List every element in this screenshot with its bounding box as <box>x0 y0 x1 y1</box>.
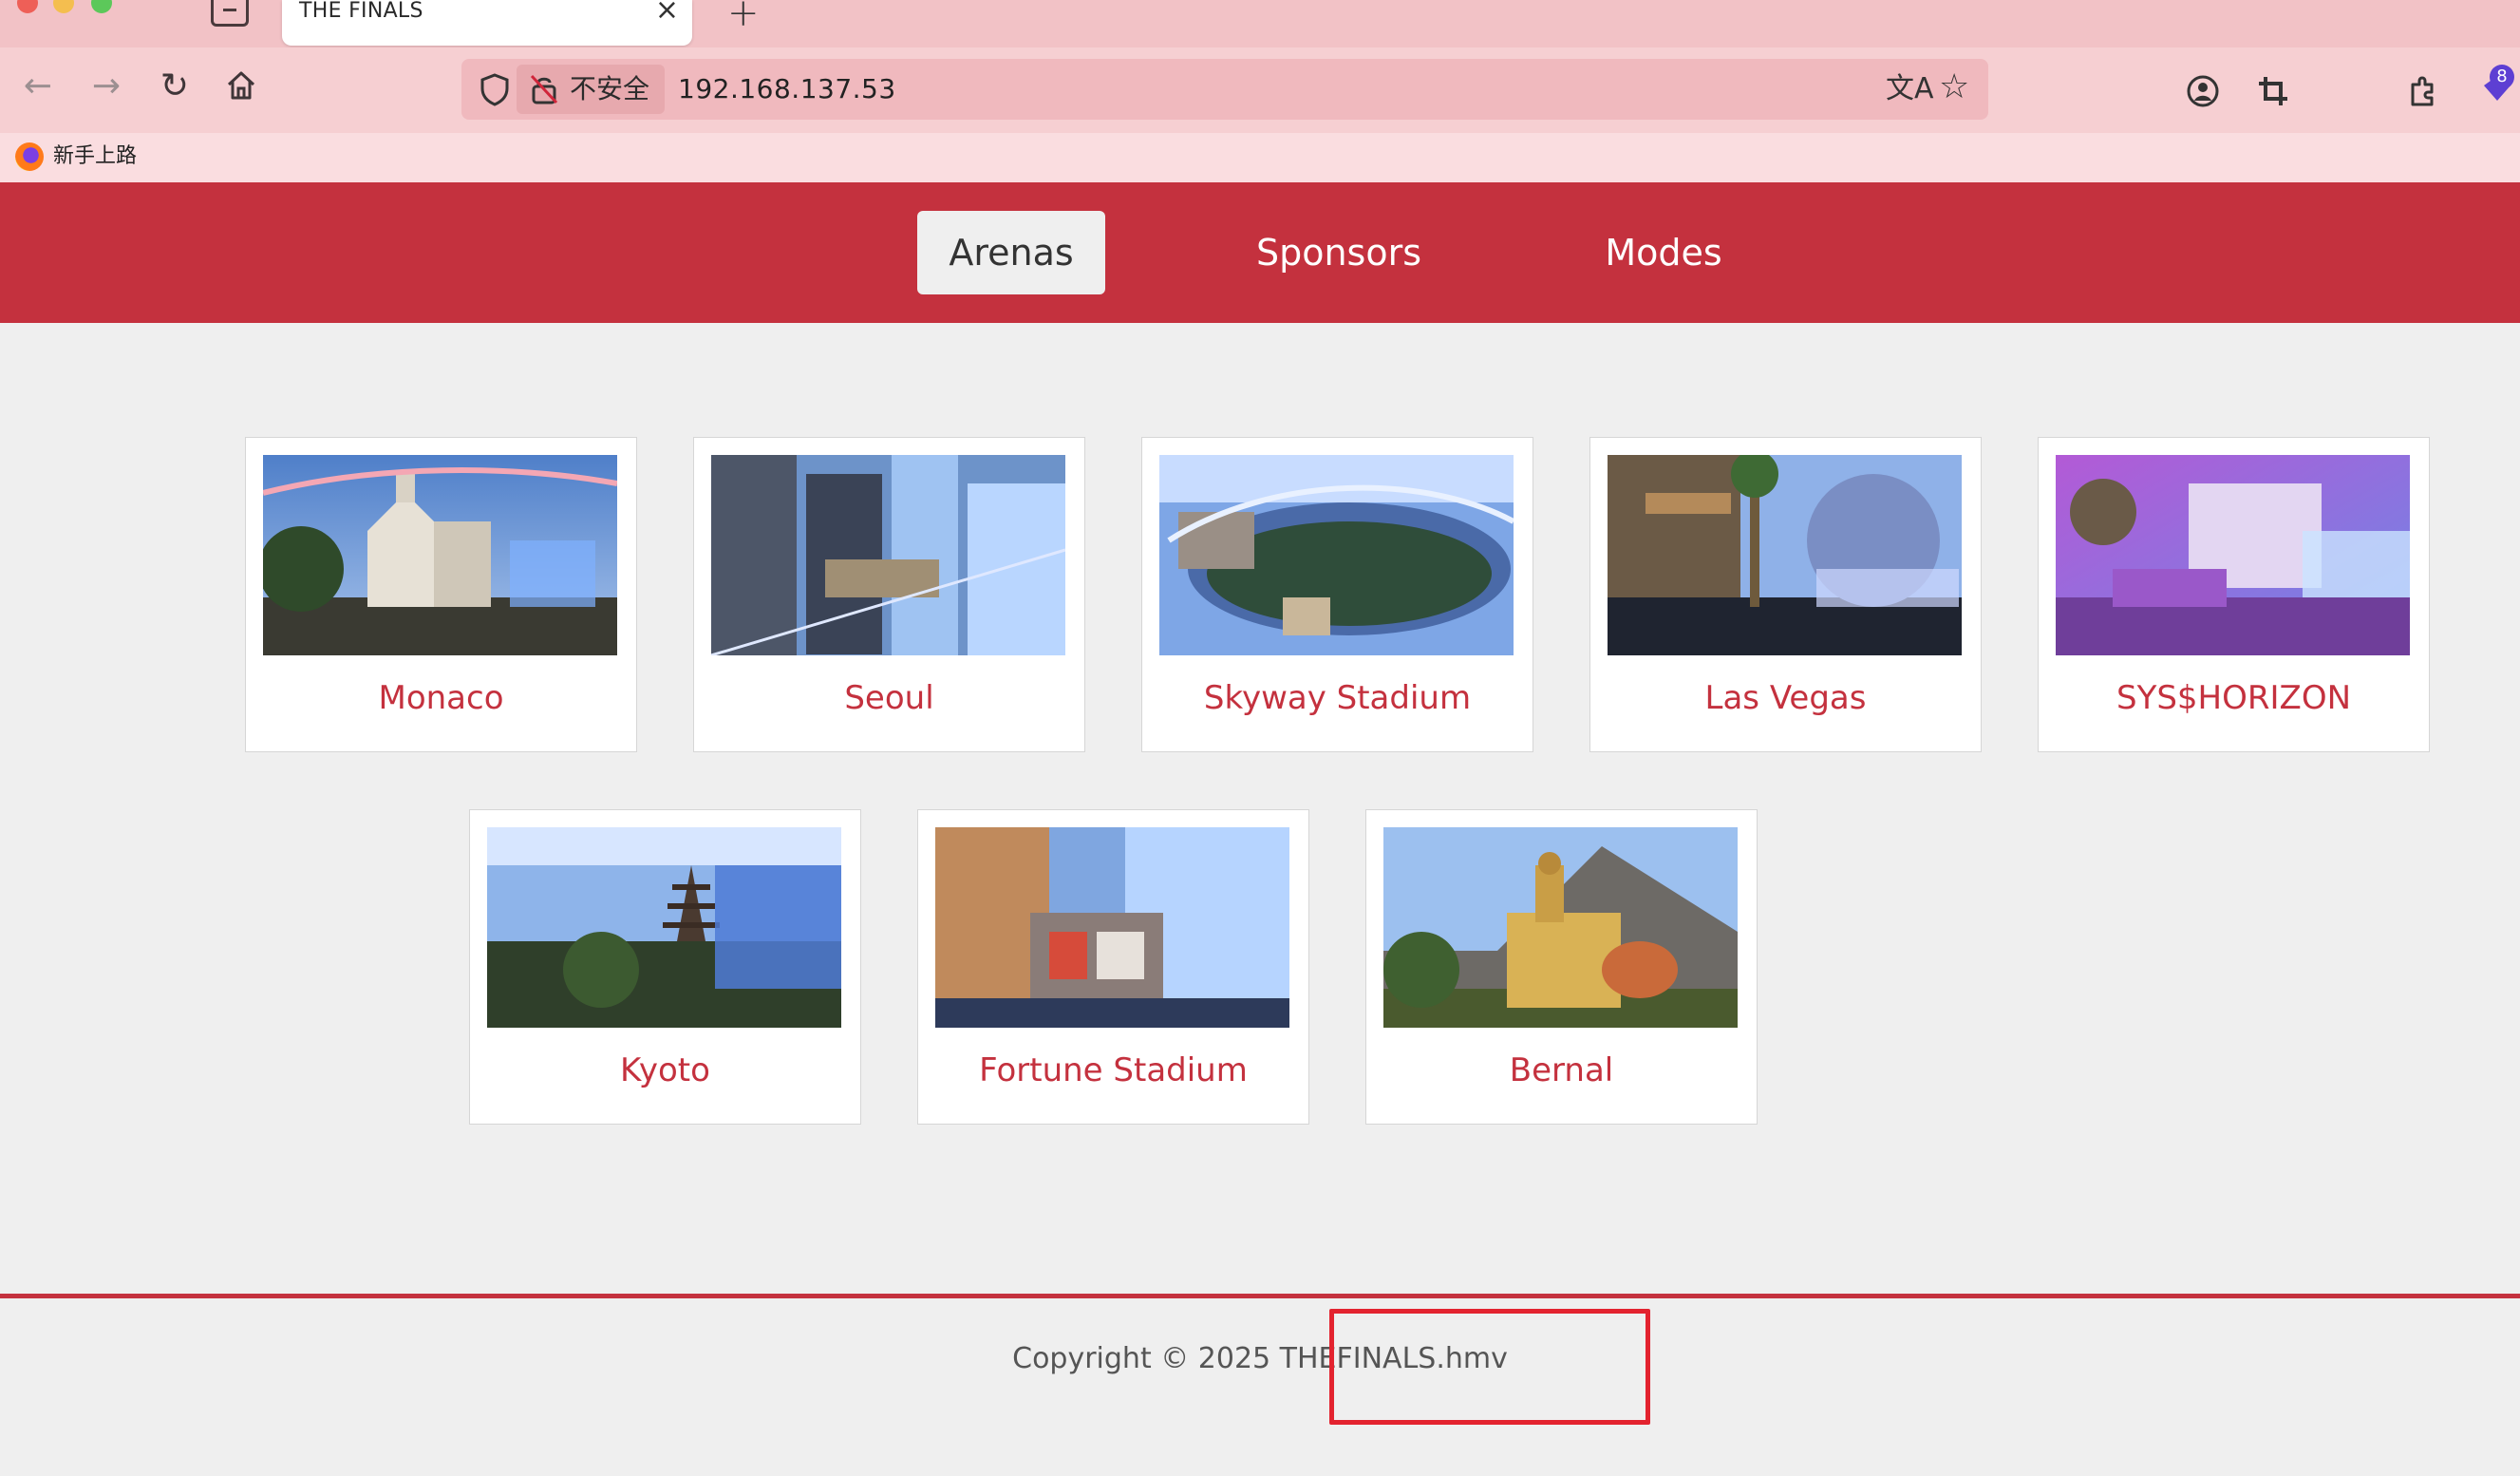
arena-card-seoul[interactable]: Seoul <box>693 437 1085 752</box>
back-icon[interactable]: ← <box>15 63 61 108</box>
nav-modes[interactable]: Modes <box>1576 211 1751 294</box>
arena-image-bernal[interactable] <box>1383 827 1738 1028</box>
browser-tab-active[interactable]: THE FINALS × <box>282 0 692 46</box>
arena-image-kyoto[interactable] <box>487 827 841 1028</box>
arena-card-fortune-stadium[interactable]: Fortune Stadium <box>917 809 1309 1125</box>
crop-icon[interactable] <box>2252 70 2294 112</box>
bookmark-star-icon[interactable]: ☆ <box>1939 68 1969 106</box>
tab-list-icon[interactable] <box>211 0 249 27</box>
arena-name[interactable]: Monaco <box>246 677 636 719</box>
tab-title: THE FINALS <box>299 0 423 23</box>
nav-arenas[interactable]: Arenas <box>917 211 1105 294</box>
arena-name[interactable]: Kyoto <box>470 1050 860 1091</box>
window-zoom-button[interactable] <box>91 0 112 13</box>
nav-sponsors[interactable]: Sponsors <box>1234 211 1443 294</box>
arena-image-skyway-stadium[interactable] <box>1159 455 1514 655</box>
arena-image-seoul[interactable] <box>711 455 1065 655</box>
insecure-label: 不安全 <box>570 73 650 104</box>
arena-name[interactable]: Seoul <box>694 677 1084 719</box>
account-icon[interactable] <box>2182 70 2224 112</box>
connection-insecure-badge[interactable]: 不安全 <box>517 65 665 114</box>
arena-name[interactable]: Skyway Stadium <box>1142 677 1533 719</box>
extensions-icon[interactable] <box>2402 70 2444 112</box>
arena-image-las-vegas[interactable] <box>1608 455 1962 655</box>
forward-icon[interactable]: → <box>84 63 129 108</box>
arena-name[interactable]: SYS$HORIZON <box>2039 677 2429 719</box>
home-icon[interactable] <box>218 63 264 108</box>
footer: Copyright © 2025 THEFINALS.hmv <box>0 1298 2520 1476</box>
browser-toolbar: ← → ↻ 不安全 192.168.137.53 文A ☆ 8 <box>0 47 2520 133</box>
browser-tab-bar: THE FINALS × + <box>0 0 2520 47</box>
bookmarks-bar: 新手上路 <box>0 133 2520 182</box>
bookmark-getting-started[interactable]: 新手上路 <box>53 142 137 171</box>
shield-icon[interactable] <box>479 72 511 106</box>
reload-icon[interactable]: ↻ <box>152 63 197 108</box>
arena-image-sys-horizon[interactable] <box>2056 455 2410 655</box>
arena-card-skyway-stadium[interactable]: Skyway Stadium <box>1141 437 1533 752</box>
address-bar[interactable]: 不安全 192.168.137.53 文A ☆ <box>461 59 1988 120</box>
arena-card-bernal[interactable]: Bernal <box>1365 809 1758 1125</box>
window-minimize-button[interactable] <box>53 0 74 13</box>
site-navbar: Arenas Sponsors Modes <box>0 182 2520 323</box>
extension-badge-icon[interactable]: 8 <box>2478 65 2516 106</box>
firefox-icon <box>15 142 44 171</box>
tab-close-icon[interactable]: × <box>655 0 679 25</box>
arena-card-kyoto[interactable]: Kyoto <box>469 809 861 1125</box>
new-tab-icon[interactable]: + <box>727 0 760 32</box>
window-close-button[interactable] <box>17 0 38 13</box>
arena-card-sys-horizon[interactable]: SYS$HORIZON <box>2038 437 2430 752</box>
arena-image-fortune-stadium[interactable] <box>935 827 1289 1028</box>
url-text[interactable]: 192.168.137.53 <box>678 72 896 106</box>
translate-icon[interactable]: 文A <box>1886 70 1934 108</box>
arena-card-las-vegas[interactable]: Las Vegas <box>1589 437 1982 752</box>
annotation-highlight-box <box>1329 1309 1650 1425</box>
arena-name[interactable]: Las Vegas <box>1590 677 1981 719</box>
insecure-lock-icon <box>530 74 558 104</box>
copyright-text: Copyright © 2025 THEFINALS.hmv <box>1012 1342 1508 1375</box>
arena-name[interactable]: Fortune Stadium <box>918 1050 1308 1091</box>
arena-name[interactable]: Bernal <box>1366 1050 1757 1091</box>
extension-badge-count: 8 <box>2490 65 2514 89</box>
arena-image-monaco[interactable] <box>263 455 617 655</box>
arena-card-monaco[interactable]: Monaco <box>245 437 637 752</box>
